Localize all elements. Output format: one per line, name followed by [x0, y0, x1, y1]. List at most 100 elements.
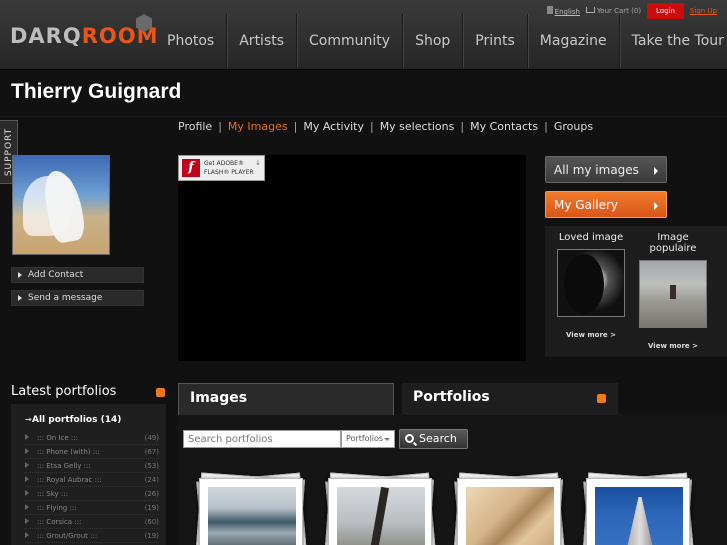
portfolio-name: ::: Etsa Gelly ::: — [37, 462, 91, 470]
triangle-icon — [25, 518, 29, 524]
subnav-separator: | — [369, 120, 374, 133]
popular-image-view-more[interactable]: View more > — [633, 342, 713, 350]
nav-prints[interactable]: Prints — [462, 14, 527, 68]
rss-icon[interactable] — [597, 394, 606, 403]
rss-icon[interactable] — [156, 388, 165, 397]
download-arrow-icon: ↓ — [255, 159, 261, 167]
subnav-separator: | — [218, 120, 222, 133]
portfolio-name: ::: Sky ::: — [37, 490, 68, 498]
portfolio-name: ::: Phone (with) ::: — [37, 448, 100, 456]
cart-link[interactable]: Your Cart (0) — [585, 7, 642, 15]
portfolio-count: (49) — [144, 434, 159, 442]
portfolio-name: ::: Flying ::: — [37, 504, 77, 512]
portfolio-name: ::: Royal Aubrac ::: — [37, 476, 102, 484]
nav-magazine[interactable]: Magazine — [526, 14, 619, 68]
nav-photos[interactable]: Photos — [155, 14, 226, 68]
search-type-select[interactable]: Portfolios — [341, 430, 395, 448]
send-message-button[interactable]: Send a message — [11, 290, 144, 306]
avatar[interactable] — [12, 155, 110, 255]
all-portfolios-label: All portfolios (14) — [32, 415, 122, 425]
profile-subnav: Profile | My Images | My Activity | My s… — [178, 120, 593, 133]
flag-icon — [546, 6, 553, 14]
get-flash-player-badge[interactable]: f Get ADOBE® FLASH® PLAYER ↓ — [178, 155, 265, 181]
all-my-images-button[interactable]: All my images — [545, 156, 667, 183]
flash-badge-line1: Get ADOBE® — [204, 160, 244, 167]
arrow-right-icon — [18, 295, 22, 301]
login-button[interactable]: Login — [647, 3, 684, 19]
portfolio-thumbnail[interactable] — [581, 472, 695, 545]
portfolio-count: (26) — [144, 490, 159, 498]
tower-photo — [595, 487, 683, 545]
portfolio-list: →All portfolios (14) ::: On Ice ::: (49) … — [11, 404, 166, 545]
search-icon — [405, 434, 414, 443]
list-item[interactable]: ::: Corsica ::: (60) — [25, 515, 159, 529]
my-gallery-button[interactable]: My Gallery — [545, 191, 667, 218]
loved-image-thumbnail[interactable] — [557, 249, 625, 317]
loved-image-view-more[interactable]: View more > — [551, 331, 631, 339]
search-button-label: Search — [419, 432, 457, 445]
language-switch[interactable]: English — [546, 6, 580, 16]
list-item[interactable]: ::: Royal Aubrac ::: (24) — [25, 473, 159, 487]
all-portfolios-link[interactable]: →All portfolios (14) — [25, 415, 121, 425]
popular-image-thumbnail[interactable] — [639, 260, 707, 328]
cart-icon — [585, 7, 595, 13]
subnav-my-contacts[interactable]: My Contacts — [470, 120, 538, 133]
list-item[interactable]: ::: Grout/Grout ::: (19) — [25, 529, 159, 543]
all-my-images-label: All my images — [554, 163, 639, 177]
portfolio-name: ::: On Ice ::: — [37, 434, 78, 442]
portfolio-count: (24) — [144, 476, 159, 484]
logo-text-darq: DARQ — [10, 24, 82, 48]
triangle-icon — [25, 462, 29, 468]
portrait-shape — [564, 254, 604, 314]
list-item[interactable]: ::: Etsa Gelly ::: (53) — [25, 459, 159, 473]
nav-community[interactable]: Community — [296, 14, 402, 68]
popular-image-label: Image populaire — [649, 232, 697, 254]
search-button[interactable]: Search — [399, 429, 468, 449]
subnav-my-images[interactable]: My Images — [228, 120, 288, 133]
card-front — [328, 478, 432, 545]
subnav-separator: | — [460, 120, 465, 133]
add-contact-button[interactable]: Add Contact — [11, 267, 144, 283]
nav-artists[interactable]: Artists — [226, 14, 296, 68]
triangle-icon — [25, 504, 29, 510]
portfolio-count: (67) — [144, 448, 159, 456]
list-item[interactable]: ::: Phone (with) ::: (67) — [25, 445, 159, 459]
portfolio-thumbnail[interactable] — [194, 472, 308, 545]
triangle-icon — [25, 532, 29, 538]
tab-portfolios[interactable]: Portfolios — [402, 383, 618, 415]
my-gallery-label: My Gallery — [554, 198, 619, 212]
flash-icon: f — [182, 159, 200, 177]
signup-link[interactable]: Sign Up — [690, 7, 717, 15]
subnav-groups[interactable]: Groups — [554, 120, 593, 133]
list-item[interactable]: ::: On Ice ::: (49) — [25, 431, 159, 445]
portfolio-count: (60) — [144, 518, 159, 526]
portfolio-count: (19) — [144, 532, 159, 540]
nav-take-the-tour[interactable]: Take the Tour — [618, 14, 727, 68]
main-nav: Photos Artists Community Shop Prints Mag… — [155, 14, 727, 70]
featured-images-box: Loved image View more > Image populaire … — [545, 226, 727, 357]
tab-images[interactable]: Images — [178, 383, 394, 415]
portfolio-thumbnail[interactable] — [452, 472, 566, 545]
list-item[interactable]: ::: Flying ::: (19) — [25, 501, 159, 515]
portfolio-thumbnail[interactable] — [323, 472, 437, 545]
subnav-my-activity[interactable]: My Activity — [303, 120, 364, 133]
subnav-profile[interactable]: Profile — [178, 120, 212, 133]
subnav-separator: | — [544, 120, 548, 133]
flash-badge-line2: FLASH® PLAYER — [204, 169, 254, 176]
cart-label: Your Cart (0) — [596, 7, 642, 15]
subnav-my-selections[interactable]: My selections — [380, 120, 455, 133]
nav-shop[interactable]: Shop — [402, 14, 462, 68]
portfolio-count: (19) — [144, 504, 159, 512]
add-contact-label: Add Contact — [28, 270, 84, 280]
list-item[interactable]: ::: Sky ::: (26) — [25, 487, 159, 501]
divider — [0, 116, 727, 117]
portfolio-name: ::: Grout/Grout ::: — [37, 532, 98, 540]
dune-photo — [466, 487, 554, 545]
loved-image-label: Loved image — [558, 232, 624, 243]
search-input[interactable] — [183, 430, 341, 448]
subnav-separator: | — [293, 120, 298, 133]
flash-player-area[interactable]: f Get ADOBE® FLASH® PLAYER ↓ — [178, 155, 526, 361]
arrow-right-icon: → — [25, 415, 32, 424]
card-front — [199, 478, 303, 545]
triangle-icon — [25, 448, 29, 454]
